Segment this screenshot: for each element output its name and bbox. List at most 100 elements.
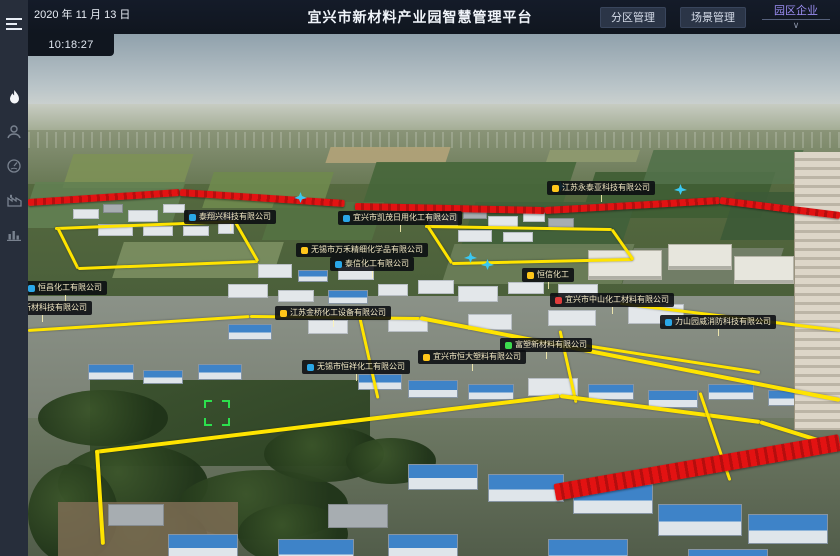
field-patch: [325, 147, 450, 163]
building: [228, 284, 268, 298]
building: [168, 534, 238, 556]
building: [328, 504, 388, 528]
park-enterprise-label: 园区企业: [774, 4, 818, 18]
distant-town: [28, 132, 840, 148]
company-label-text: 无锡市万禾精细化学品有限公司: [311, 243, 423, 257]
building: [748, 514, 828, 544]
company-label[interactable]: 富塑新材料有限公司: [500, 338, 592, 352]
scene-management-button[interactable]: 场景管理: [680, 7, 746, 28]
company-label[interactable]: 无锡市恒祥化工有限公司: [302, 360, 410, 374]
office-building: [588, 250, 662, 280]
company-label[interactable]: 无锡市万禾精细化学品有限公司: [296, 243, 428, 257]
building: [688, 549, 768, 556]
company-label-text: 泰信化工有限公司: [345, 257, 409, 271]
aircraft-marker-icon[interactable]: [464, 250, 477, 268]
company-marker-icon: [28, 285, 35, 292]
company-label-text: 力山园威消防科技有限公司: [675, 315, 771, 329]
building: [128, 210, 158, 222]
company-label[interactable]: 力山园威消防科技有限公司: [660, 315, 776, 329]
company-label[interactable]: 泰翔兴科技有限公司: [184, 210, 276, 224]
sky-layer: [28, 34, 840, 108]
building: [308, 320, 348, 334]
company-marker-icon: [301, 247, 308, 254]
company-label-text: 宜兴市恒大塑料有限公司: [433, 350, 521, 364]
company-marker-icon: [527, 272, 534, 279]
company-label[interactable]: 泰信化工有限公司: [330, 257, 414, 271]
company-label[interactable]: 宜兴市中山化工材料有限公司: [550, 293, 674, 307]
map-3d-viewport[interactable]: 泰翔兴科技有限公司 宜兴市凯茂日用化工有限公司 江苏永泰亚科技有限公司无锡市万禾精细…: [28, 34, 840, 556]
building: [388, 534, 458, 556]
factory-icon[interactable]: [0, 183, 28, 217]
clock-display: 10:18:27: [48, 39, 93, 51]
gauge-icon[interactable]: [0, 149, 28, 183]
building: [658, 504, 742, 536]
building: [88, 364, 134, 380]
company-marker-icon: [555, 297, 562, 304]
bar-chart-icon[interactable]: [0, 217, 28, 251]
office-building: [668, 244, 732, 270]
app-window: 2020 年 11 月 13 日 宜兴市新材料产业园智慧管理平台 分区管理 场景…: [0, 0, 840, 556]
company-label-text: 恒昌化工有限公司: [38, 281, 102, 295]
building: [408, 380, 458, 398]
field-patch: [642, 150, 803, 184]
company-label[interactable]: 宜兴市凯茂日用化工有限公司: [338, 211, 462, 225]
tree-cluster: [38, 390, 168, 446]
company-label-text: 江苏永泰亚科技有限公司: [562, 181, 650, 195]
building: [548, 539, 628, 556]
aircraft-marker-icon[interactable]: [674, 182, 687, 200]
building: [108, 504, 164, 526]
building: [143, 226, 173, 236]
building: [258, 264, 292, 278]
company-label-text: 兴市新材科技有限公司: [28, 301, 87, 315]
company-label[interactable]: 江苏永泰亚科技有限公司: [547, 181, 655, 195]
aircraft-marker-icon[interactable]: [481, 257, 494, 275]
building: [418, 280, 454, 294]
building: [198, 364, 242, 380]
left-toolbar: [0, 0, 28, 556]
company-label[interactable]: 江苏金桥化工设备有限公司: [275, 306, 391, 320]
building: [508, 282, 544, 294]
company-label-text: 宜兴市中山化工材料有限公司: [565, 293, 669, 307]
field-patch: [546, 150, 640, 162]
building: [298, 270, 328, 282]
building: [163, 204, 185, 213]
building: [143, 370, 183, 384]
zone-management-button[interactable]: 分区管理: [600, 7, 666, 28]
company-marker-icon: [423, 354, 430, 361]
building: [278, 539, 354, 556]
company-label[interactable]: 恒昌化工有限公司: [28, 281, 107, 295]
company-marker-icon: [307, 364, 314, 371]
company-label-text: 无锡市恒祥化工有限公司: [317, 360, 405, 374]
company-label-text: 富塑新材料有限公司: [515, 338, 587, 352]
building: [648, 390, 698, 408]
flame-icon[interactable]: [0, 81, 28, 115]
building: [228, 324, 272, 340]
company-marker-icon: [335, 261, 342, 268]
menu-icon[interactable]: [0, 7, 28, 41]
time-panel: 10:18:27: [28, 34, 114, 56]
building: [488, 474, 564, 502]
company-marker-icon: [505, 342, 512, 349]
company-label[interactable]: 兴市新材科技有限公司: [28, 301, 92, 315]
aircraft-marker-icon[interactable]: [294, 190, 307, 208]
building: [548, 310, 596, 326]
building: [408, 464, 478, 490]
building: [278, 290, 314, 302]
building: [328, 290, 368, 304]
company-label-text: 泰翔兴科技有限公司: [199, 210, 271, 224]
building: [708, 384, 754, 400]
building: [378, 284, 408, 296]
park-enterprise-dropdown[interactable]: 园区企业 ∨: [760, 4, 832, 30]
company-label-text: 宜兴市凯茂日用化工有限公司: [353, 211, 457, 225]
company-label-text: 恒信化工: [537, 268, 569, 282]
building: [458, 286, 498, 302]
person-icon[interactable]: [0, 115, 28, 149]
building: [183, 226, 209, 236]
company-label-text: 江苏金桥化工设备有限公司: [290, 306, 386, 320]
company-label[interactable]: 宜兴市恒大塑料有限公司: [418, 350, 526, 364]
building: [73, 209, 99, 219]
office-building: [734, 256, 794, 284]
company-marker-icon: [343, 215, 350, 222]
company-label[interactable]: 恒信化工: [522, 268, 574, 282]
building: [103, 204, 123, 213]
